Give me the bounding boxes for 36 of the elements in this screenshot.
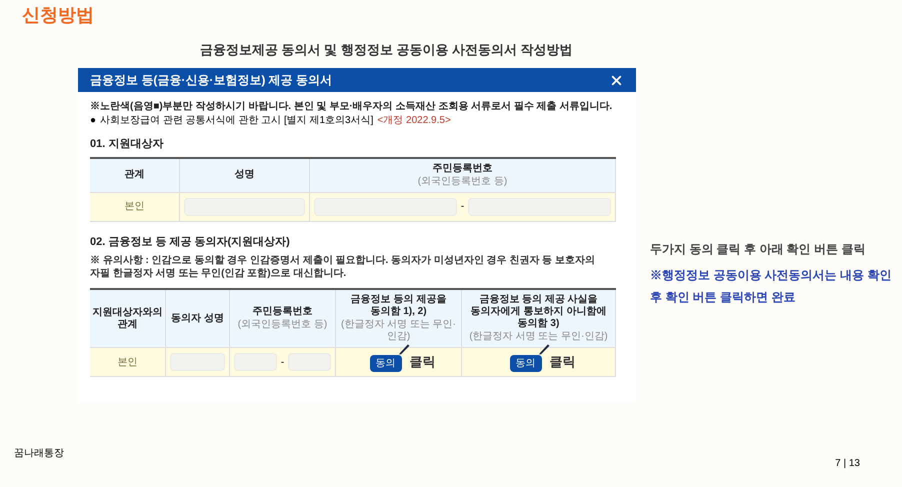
notice-text: ※노란색(음영■)부분만 작성하시기 바랍니다. 본인 및 부모·배우자의 소득재산 조회용 서류로서 필수 제출 서류입니다. <box>90 100 614 114</box>
dash-text: - <box>460 200 464 214</box>
notice-text: 사회보장급여 관련 공통서식에 관한 고시 [별지 제1호의3서식] <box>100 114 374 128</box>
click-label: 클릭 <box>410 353 436 372</box>
column-subheader: (외국인등록번호 등) <box>238 319 328 331</box>
dash-text: - <box>280 356 284 370</box>
page-title: 금융정보제공 동의서 및 행정정보 공동이용 사전동의서 작성방법 <box>200 41 573 60</box>
section-heading: 01. 지원대상자 <box>90 137 164 152</box>
agree-button[interactable]: 동의 <box>370 355 402 372</box>
click-label: 클릭 <box>550 353 576 372</box>
instruction-text: 두가지 동의 클릭 후 아래 확인 버튼 클릭 <box>650 241 866 258</box>
instruction-text: ※행정정보 공동이용 사전동의서는 내용 확인 후 확인 버튼 클릭하면 완료 <box>650 267 892 306</box>
column-header: 지원대상자와의 관계 <box>92 306 162 330</box>
column-header: 주민등록번호 <box>252 306 312 318</box>
column-header: 동의자 성명 <box>171 312 224 324</box>
column-subheader: (외국인등록번호 등) <box>418 176 508 188</box>
column-subheader: (한글정자 서명 또는 무인·인감) <box>340 319 457 343</box>
brand-text: 꿈나래통장 <box>14 447 64 461</box>
column-header: 금융정보 등의 제공을 동의함 1), 2) <box>350 294 448 318</box>
agree-button[interactable]: 동의 <box>510 355 542 372</box>
section-heading: 02. 금융정보 등 제공 동의자(지원대상자) <box>90 234 291 250</box>
column-header: 금융정보 등의 제공 사실을 동의자에게 통보하지 아니함에 동의함 3) <box>470 294 608 330</box>
column-header: 주민등록번호 <box>432 162 492 174</box>
section-title: 신청방법 <box>22 5 94 25</box>
bullet-icon: ● <box>90 114 96 128</box>
revision-date: <개정 2022.9.5> <box>377 114 451 128</box>
relation-cell-text: 본인 <box>118 356 138 370</box>
form-title: 금융정보 등(금융·신용·보험정보) 제공 동의서 <box>90 72 332 89</box>
relation-cell-text: 본인 <box>124 200 144 214</box>
column-header: 성명 <box>234 169 254 181</box>
column-subheader: (한글정자 서명 또는 무인·인감) <box>469 331 608 343</box>
caution-note: ※ 유의사항 : 인감으로 동의할 경우 인감증명서 제출이 필요합니다. 동의자가 미성년자인 경우 친권자 등 보호자의 자필 한글정자 서명 또는 무인(인감 포함)으로 대신합니다. <box>90 254 596 280</box>
page-number: 7 | 13 <box>835 457 860 471</box>
column-header: 관계 <box>124 169 144 181</box>
pen-icon <box>536 342 550 356</box>
pen-icon <box>396 342 410 356</box>
